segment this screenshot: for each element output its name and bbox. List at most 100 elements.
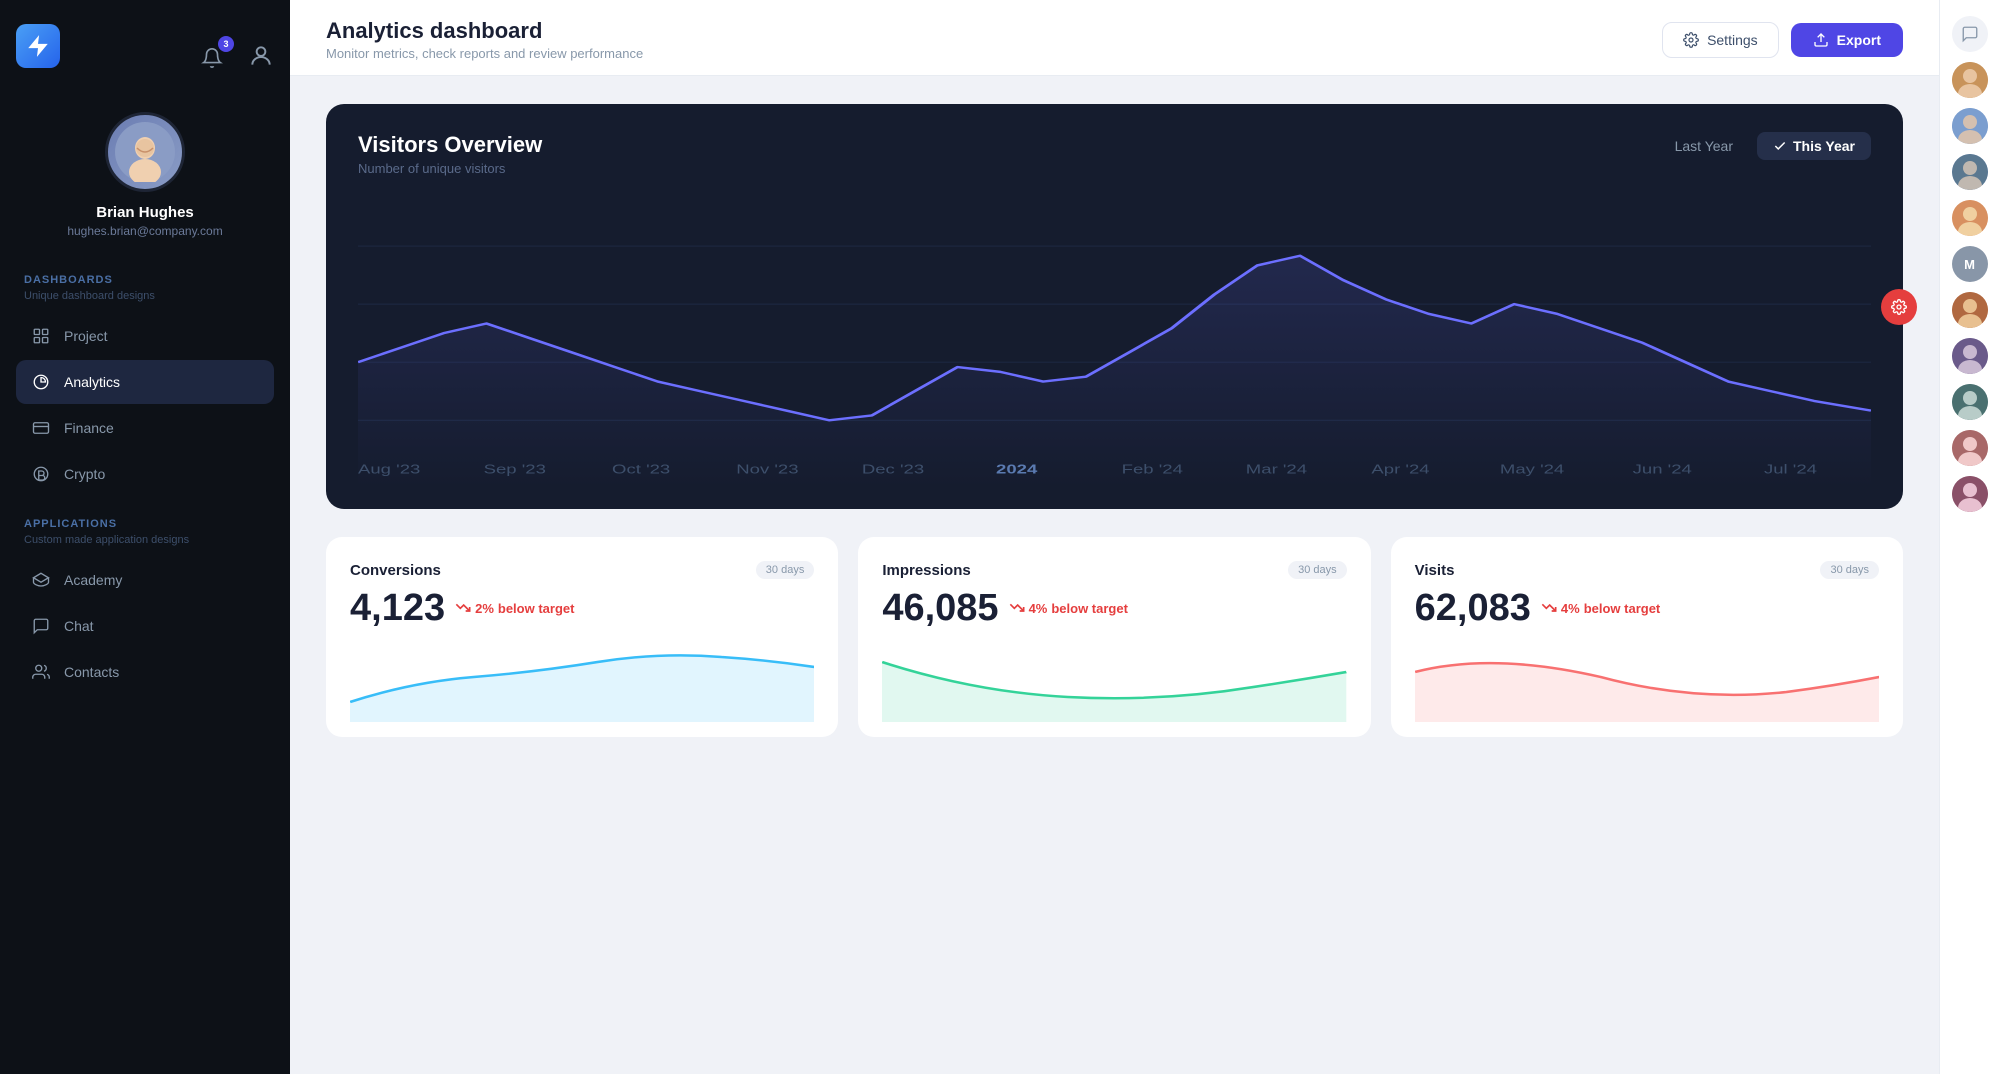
stat-card-visits: Visits 30 days 62,083 4% below target <box>1391 537 1903 737</box>
rp-avatar-2[interactable] <box>1952 108 1988 144</box>
rp-avatar-1[interactable] <box>1952 62 1988 98</box>
chart-svg: Aug '23 Sep '23 Oct '23 Nov '23 Dec '23 … <box>358 188 1871 488</box>
visitors-chart-card: Visitors Overview Number of unique visit… <box>326 104 1903 509</box>
check-icon <box>1773 139 1787 153</box>
rp-avatar-3[interactable] <box>1952 154 1988 190</box>
avatar-img <box>1952 62 1988 98</box>
stat-card-conversions: Conversions 30 days 4,123 2% below targe… <box>326 537 838 737</box>
sidebar-item-project[interactable]: Project <box>16 314 274 358</box>
rp-avatar-7[interactable] <box>1952 384 1988 420</box>
chart-gear-fab[interactable] <box>1881 289 1917 325</box>
header-text: Analytics dashboard Monitor metrics, che… <box>326 18 643 61</box>
rp-avatar-m[interactable]: M <box>1952 246 1988 282</box>
chat-panel-icon[interactable] <box>1952 16 1988 52</box>
sidebar-item-label: Chat <box>64 618 94 634</box>
stat-badge-visits: 30 days <box>1820 561 1879 579</box>
dashboards-section-label: DASHBOARDS <box>16 274 274 286</box>
stat-header-visits: Visits 30 days <box>1415 561 1879 579</box>
rp-avatar-4[interactable] <box>1952 200 1988 236</box>
stat-label-impressions: Impressions <box>882 562 970 579</box>
sidebar-item-analytics[interactable]: Analytics <box>16 360 274 404</box>
sidebar-item-label: Finance <box>64 420 114 436</box>
svg-text:May '24: May '24 <box>1500 463 1565 476</box>
sidebar-item-label: Analytics <box>64 374 120 390</box>
stat-chart-visits <box>1415 642 1879 737</box>
sidebar-item-academy[interactable]: Academy <box>16 558 274 602</box>
stat-label-visits: Visits <box>1415 562 1455 579</box>
rp-avatar-5[interactable] <box>1952 292 1988 328</box>
svg-text:Oct '23: Oct '23 <box>612 463 670 476</box>
avatar-img <box>1952 108 1988 144</box>
filter-this-year-label: This Year <box>1793 138 1855 154</box>
notification-badge: 3 <box>218 36 234 52</box>
stat-chart-conversions <box>350 642 814 737</box>
chart-icon <box>30 371 52 393</box>
stat-trend-visits: 4% below target <box>1541 601 1660 617</box>
svg-text:Dec '23: Dec '23 <box>862 463 925 476</box>
profile-icon-button[interactable] <box>248 43 274 74</box>
avatar-image <box>115 122 175 182</box>
settings-icon <box>1683 32 1699 48</box>
svg-text:2024: 2024 <box>996 463 1037 476</box>
avatar-img <box>1952 430 1988 466</box>
crypto-icon <box>30 463 52 485</box>
sidebar-top: 3 <box>16 24 274 92</box>
stat-header-impressions: Impressions 30 days <box>882 561 1346 579</box>
stat-card-impressions: Impressions 30 days 46,085 4% below targ… <box>858 537 1370 737</box>
sidebar-item-label: Contacts <box>64 664 119 680</box>
contacts-icon <box>30 661 52 683</box>
avatar-img <box>1952 292 1988 328</box>
export-icon <box>1813 32 1829 48</box>
logo[interactable] <box>16 24 60 68</box>
stat-value-impressions: 46,085 4% below target <box>882 587 1346 630</box>
stat-value-conversions: 4,123 2% below target <box>350 587 814 630</box>
sidebar-item-label: Crypto <box>64 466 105 482</box>
notification-button[interactable]: 3 <box>192 38 232 78</box>
academy-icon <box>30 569 52 591</box>
svg-text:Sep '23: Sep '23 <box>484 463 547 476</box>
sidebar-item-contacts[interactable]: Contacts <box>16 650 274 694</box>
avatar-img <box>1952 154 1988 190</box>
user-circle-icon <box>248 43 274 69</box>
export-label: Export <box>1837 32 1881 48</box>
stat-value-visits: 62,083 4% below target <box>1415 587 1879 630</box>
applications-section-sub: Custom made application designs <box>16 534 274 546</box>
profile-name: Brian Hughes <box>96 204 194 221</box>
rp-avatar-9[interactable] <box>1952 476 1988 512</box>
settings-button[interactable]: Settings <box>1662 22 1779 58</box>
avatar-img <box>1952 200 1988 236</box>
page-title: Analytics dashboard <box>326 18 643 44</box>
trend-down-icon <box>1009 601 1025 617</box>
sidebar-item-chat[interactable]: Chat <box>16 604 274 648</box>
visitors-chart: Aug '23 Sep '23 Oct '23 Nov '23 Dec '23 … <box>358 188 1871 493</box>
sidebar-item-finance[interactable]: Finance <box>16 406 274 450</box>
right-panel: M <box>1939 0 1999 1074</box>
svg-text:Feb '24: Feb '24 <box>1122 463 1183 476</box>
page-subtitle: Monitor metrics, check reports and revie… <box>326 46 643 61</box>
content-area: Visitors Overview Number of unique visit… <box>290 76 1939 1074</box>
avatar <box>105 112 185 192</box>
svg-text:Mar '24: Mar '24 <box>1246 463 1307 476</box>
avatar-img <box>1952 338 1988 374</box>
sidebar: 3 Brian Hughes hughes.brian@company.com … <box>0 0 290 1074</box>
stats-row: Conversions 30 days 4,123 2% below targe… <box>326 537 1903 737</box>
chart-title: Visitors Overview <box>358 132 542 158</box>
logo-icon <box>25 33 51 59</box>
filter-this-year[interactable]: This Year <box>1757 132 1871 160</box>
filter-last-year[interactable]: Last Year <box>1659 132 1749 160</box>
chart-subtitle: Number of unique visitors <box>358 161 542 176</box>
stat-badge-impressions: 30 days <box>1288 561 1347 579</box>
profile-section: Brian Hughes hughes.brian@company.com <box>16 112 274 238</box>
stat-trend-conversions: 2% below target <box>455 601 574 617</box>
trend-down-icon <box>1541 601 1557 617</box>
svg-text:Nov '23: Nov '23 <box>736 463 799 476</box>
rp-avatar-8[interactable] <box>1952 430 1988 466</box>
sidebar-item-crypto[interactable]: Crypto <box>16 452 274 496</box>
export-button[interactable]: Export <box>1791 23 1903 57</box>
dashboards-section-sub: Unique dashboard designs <box>16 290 274 302</box>
rp-avatar-6[interactable] <box>1952 338 1988 374</box>
stat-chart-impressions <box>882 642 1346 737</box>
chart-title-area: Visitors Overview Number of unique visit… <box>358 132 542 176</box>
svg-text:Aug '23: Aug '23 <box>358 463 421 476</box>
header: Analytics dashboard Monitor metrics, che… <box>290 0 1939 76</box>
